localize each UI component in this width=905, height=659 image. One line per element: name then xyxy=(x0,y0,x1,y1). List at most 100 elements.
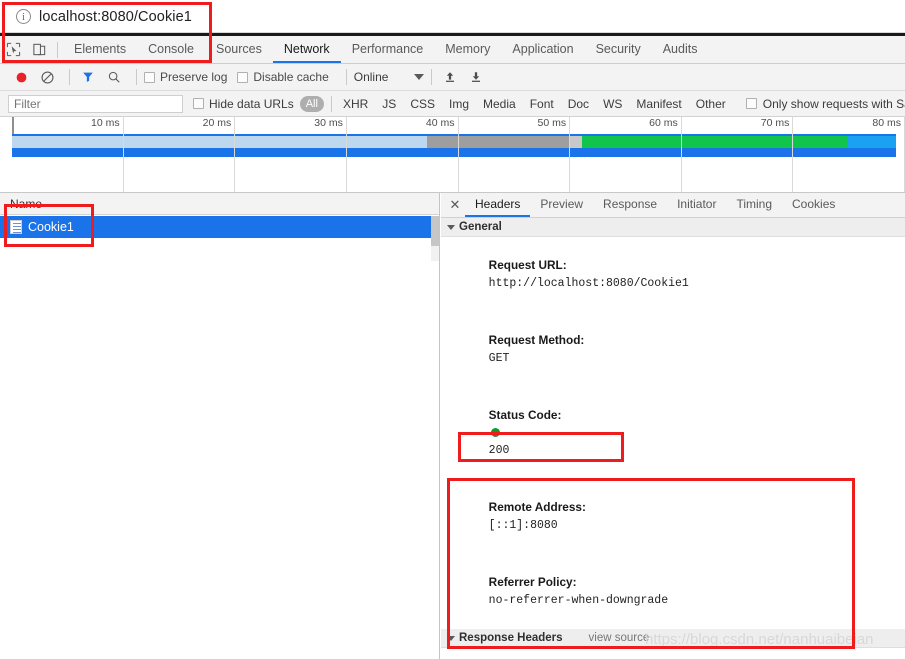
tab-performance[interactable]: Performance xyxy=(341,36,435,63)
type-filter-css[interactable]: CSS xyxy=(404,96,441,112)
header-value: 200 xyxy=(489,444,510,457)
export-har-icon[interactable] xyxy=(465,66,487,88)
status-ok-icon xyxy=(491,428,500,437)
timeline-gridline xyxy=(123,117,124,193)
tab-cookies[interactable]: Cookies xyxy=(782,193,845,217)
detail-tab-strip: ✕ Headers Preview Response Initiator Tim… xyxy=(441,193,905,218)
disable-cache-checkbox[interactable]: Disable cache xyxy=(237,70,328,84)
filter-input[interactable] xyxy=(8,95,183,113)
type-filter-img[interactable]: Img xyxy=(443,96,475,112)
checkbox-box[interactable] xyxy=(746,98,757,109)
timeline-tick-label: 30 ms xyxy=(267,117,347,135)
type-filter-ws[interactable]: WS xyxy=(597,96,628,112)
request-list-header: Name xyxy=(0,193,439,215)
tab-headers[interactable]: Headers xyxy=(465,193,530,217)
type-filter-other[interactable]: Other xyxy=(690,96,732,112)
type-filter-xhr[interactable]: XHR xyxy=(337,96,374,112)
tab-sources[interactable]: Sources xyxy=(205,36,273,63)
network-toolbar: Preserve log Disable cache Online xyxy=(0,64,905,91)
throttling-select[interactable]: Online xyxy=(354,70,425,84)
tab-memory[interactable]: Memory xyxy=(434,36,501,63)
request-name: Cookie1 xyxy=(28,220,74,234)
request-row-cookie1[interactable]: Cookie1 xyxy=(0,216,439,238)
timeline-ruler: 10 ms20 ms30 ms40 ms50 ms60 ms70 ms80 ms xyxy=(0,117,905,135)
type-filter-manifest[interactable]: Manifest xyxy=(630,96,687,112)
timeline-tick-label: 70 ms xyxy=(713,117,793,135)
checkbox-box[interactable] xyxy=(193,98,204,109)
tab-response[interactable]: Response xyxy=(593,193,667,217)
header-value: [::1]:8080 xyxy=(489,519,558,532)
close-icon[interactable]: ✕ xyxy=(445,193,465,217)
timeline-tick-label: 80 ms xyxy=(825,117,905,135)
tab-elements[interactable]: Elements xyxy=(63,36,137,63)
tab-network[interactable]: Network xyxy=(273,36,341,63)
header-value: no-referrer-when-downgrade xyxy=(489,594,668,607)
section-response-headers-title: Response Headers xyxy=(459,632,563,644)
waterfall-segment-stalled xyxy=(427,136,568,148)
disable-cache-label: Disable cache xyxy=(253,70,328,84)
section-general-title: General xyxy=(459,221,502,233)
header-name: Remote Address: xyxy=(489,500,586,514)
tab-preview[interactable]: Preview xyxy=(530,193,593,217)
tab-audits[interactable]: Audits xyxy=(652,36,709,63)
timeline-tick-label: 40 ms xyxy=(379,117,459,135)
filter-funnel-icon[interactable] xyxy=(77,66,99,88)
type-filter-js[interactable]: JS xyxy=(376,96,402,112)
header-row-status-code: Status Code: 200 xyxy=(441,387,905,479)
toolbar-divider xyxy=(57,42,58,58)
tab-console[interactable]: Console xyxy=(137,36,205,63)
waterfall-segment-content-download xyxy=(582,136,847,148)
chevron-down-icon[interactable] xyxy=(447,225,455,230)
tab-security[interactable]: Security xyxy=(585,36,652,63)
timeline-gridline xyxy=(681,117,682,193)
type-filter-media[interactable]: Media xyxy=(477,96,522,112)
search-icon[interactable] xyxy=(103,66,125,88)
hide-data-urls-checkbox[interactable]: Hide data URLs xyxy=(193,97,294,111)
request-list-panel: Name Cookie1 xyxy=(0,193,440,659)
preserve-log-checkbox[interactable]: Preserve log xyxy=(144,70,227,84)
timeline-tick-label: 10 ms xyxy=(44,117,124,135)
timeline-gridline xyxy=(792,117,793,193)
timeline-tick-label: 60 ms xyxy=(602,117,682,135)
device-toolbar-icon[interactable] xyxy=(26,37,52,63)
section-general[interactable]: General xyxy=(441,218,905,237)
url-input[interactable]: i localhost:8080/Cookie1 xyxy=(8,3,202,30)
type-filter-doc[interactable]: Doc xyxy=(562,96,595,112)
record-stop-icon[interactable] xyxy=(10,66,32,88)
import-har-icon[interactable] xyxy=(439,66,461,88)
info-circle-icon[interactable]: i xyxy=(16,9,31,24)
toolbar-divider xyxy=(346,69,347,85)
checkbox-box[interactable] xyxy=(237,72,248,83)
header-name: Request Method: xyxy=(489,333,585,347)
header-row-content-length: Content-Length: 0 xyxy=(441,648,905,659)
type-filter-font[interactable]: Font xyxy=(524,96,560,112)
filter-divider xyxy=(331,96,332,112)
tab-timing[interactable]: Timing xyxy=(726,193,782,217)
samesite-label: Only show requests with SameSite issue xyxy=(763,97,905,111)
timeline-tick-label: 20 ms xyxy=(155,117,235,135)
view-source-link-response[interactable]: view source xyxy=(589,632,650,644)
column-header-name: Name xyxy=(10,197,42,211)
tab-application[interactable]: Application xyxy=(501,36,584,63)
toolbar-divider xyxy=(69,69,70,85)
resource-type-filters: All XHR JS CSS Img Media Font Doc WS Man… xyxy=(300,96,734,112)
network-overview[interactable]: 10 ms20 ms30 ms40 ms50 ms60 ms70 ms80 ms xyxy=(0,117,905,193)
inspect-element-icon[interactable] xyxy=(0,37,26,63)
tab-initiator[interactable]: Initiator xyxy=(667,193,726,217)
browser-url-bar: i localhost:8080/Cookie1 xyxy=(0,0,905,33)
checkbox-box[interactable] xyxy=(144,72,155,83)
network-filter-bar: Hide data URLs All XHR JS CSS Img Media … xyxy=(0,91,905,117)
timeline-gridline xyxy=(569,117,570,193)
timeline-gridline xyxy=(234,117,235,193)
headers-scroll-area[interactable]: General Request URL: http://localhost:80… xyxy=(441,218,905,659)
clear-icon[interactable] xyxy=(36,66,58,88)
chevron-down-icon[interactable] xyxy=(414,74,424,80)
samesite-issues-checkbox[interactable]: Only show requests with SameSite issue xyxy=(746,97,905,111)
type-filter-all[interactable]: All xyxy=(300,96,324,112)
waterfall-band xyxy=(12,136,896,148)
toolbar-divider xyxy=(431,69,432,85)
header-name: Status Code: xyxy=(489,408,562,422)
chevron-down-icon[interactable] xyxy=(447,636,455,641)
header-name: Referrer Policy: xyxy=(489,575,577,589)
request-list-scrollbar[interactable] xyxy=(431,216,439,261)
